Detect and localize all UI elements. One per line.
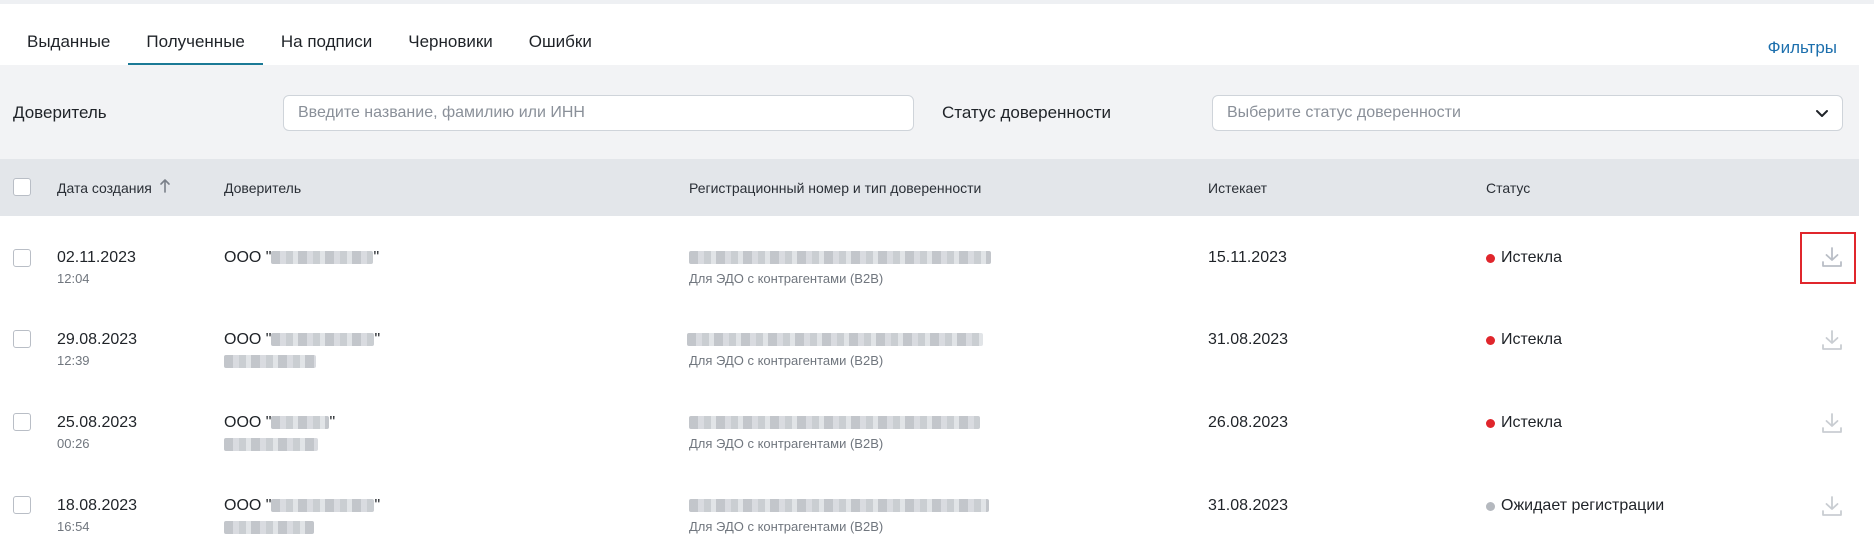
tab-received[interactable]: Полученные: [128, 22, 264, 66]
status-dot: [1486, 253, 1495, 263]
header-principal: Доверитель: [224, 180, 302, 196]
download-icon[interactable]: [1820, 245, 1844, 269]
header-expires: Истекает: [1208, 180, 1268, 196]
status-dot: [1486, 418, 1495, 428]
status-badge: Истекла: [1486, 331, 1562, 349]
top-divider: [0, 0, 1874, 4]
header-status: Статус: [1486, 180, 1531, 196]
table-row[interactable]: 29.08.2023 12:39 ООО " " Для ЭДО с контра…: [0, 299, 1859, 382]
principal-prefix: ООО ": [224, 331, 272, 348]
poa-type: Для ЭДО с контрагентами (B2B): [689, 271, 884, 286]
row-checkbox[interactable]: [13, 413, 31, 431]
created-time: 12:39: [57, 353, 90, 368]
chevron-down-icon: [1816, 110, 1828, 117]
created-time: 12:04: [57, 271, 90, 286]
status-select[interactable]: Выберите статус доверенности: [1212, 95, 1843, 131]
tab-errors[interactable]: Ошибки: [511, 22, 610, 65]
row-checkbox[interactable]: [13, 249, 31, 267]
redacted-text: [271, 251, 374, 265]
reg-number: [689, 249, 991, 267]
redacted-text: [687, 333, 983, 347]
principal-name: ООО " ": [224, 414, 335, 432]
reg-number: [687, 331, 983, 349]
download-icon[interactable]: [1820, 494, 1844, 518]
principal-filter-label: Доверитель: [13, 103, 107, 122]
tab-on-signature[interactable]: На подписи: [263, 22, 390, 65]
created-time: 00:26: [57, 436, 90, 451]
redacted-text: [689, 251, 991, 265]
principal-prefix: ООО ": [224, 249, 272, 266]
download-icon[interactable]: [1820, 411, 1844, 435]
redacted-text: [224, 438, 318, 452]
redacted-text: [271, 333, 375, 347]
status-text: Истекла: [1501, 414, 1562, 431]
status-dot: [1486, 335, 1495, 345]
principal-prefix: ООО ": [224, 497, 272, 514]
principal-name: ООО " ": [224, 497, 380, 515]
created-date: 18.08.2023: [57, 497, 138, 514]
table-row[interactable]: 02.11.2023 12:04 ООО " " Для ЭДО с контра…: [0, 216, 1859, 299]
download-icon[interactable]: [1820, 328, 1844, 352]
poa-type: Для ЭДО с контрагентами (B2B): [689, 353, 884, 368]
created-time: 16:54: [57, 519, 90, 534]
redacted-text: [224, 521, 314, 535]
principal-inn: [224, 519, 314, 535]
redacted-text: [271, 499, 375, 513]
created-date: 29.08.2023: [57, 331, 138, 348]
principal-suffix: ": [373, 249, 380, 266]
principal-inn: [224, 353, 316, 369]
table-row[interactable]: 18.08.2023 16:54 ООО " " Для ЭДО с контра…: [0, 465, 1859, 548]
status-filter-label: Статус доверенности: [942, 103, 1112, 122]
redacted-text: [689, 416, 980, 430]
expires-date: 31.08.2023: [1208, 331, 1289, 348]
status-text: Истекла: [1501, 249, 1562, 266]
header-reg-number: Регистрационный номер и тип доверенности: [689, 180, 982, 196]
principal-suffix: ": [374, 331, 381, 348]
expires-date: 26.08.2023: [1208, 414, 1289, 431]
table-header: Дата создания Доверитель Регистрационный…: [0, 159, 1859, 216]
row-checkbox[interactable]: [13, 496, 31, 514]
status-badge: Истекла: [1486, 249, 1562, 267]
row-checkbox[interactable]: [13, 330, 31, 348]
redacted-text: [224, 355, 316, 369]
created-date: 25.08.2023: [57, 414, 138, 431]
tabs-bar: Выданные Полученные На подписи Черновики…: [0, 22, 610, 66]
principal-name: ООО " ": [224, 331, 380, 349]
principal-search-input[interactable]: Введите название, фамилию или ИНН: [283, 95, 914, 131]
arrow-up-icon[interactable]: [158, 178, 172, 194]
reg-number: [689, 414, 980, 432]
filters-link[interactable]: Фильтры: [1768, 38, 1837, 58]
redacted-text: [689, 499, 989, 513]
tab-issued[interactable]: Выданные: [0, 22, 128, 65]
created-date: 02.11.2023: [57, 249, 136, 266]
status-select-placeholder: Выберите статус доверенности: [1227, 104, 1461, 121]
expires-date: 31.08.2023: [1208, 497, 1289, 514]
expires-date: 15.11.2023: [1208, 249, 1287, 266]
poa-type: Для ЭДО с контрагентами (B2B): [689, 436, 884, 451]
redacted-text: [271, 416, 330, 430]
status-badge: Истекла: [1486, 414, 1562, 432]
principal-suffix: ": [329, 414, 336, 431]
principal-prefix: ООО ": [224, 414, 272, 431]
tab-drafts[interactable]: Черновики: [390, 22, 511, 65]
status-text: Ожидает регистрации: [1501, 497, 1665, 514]
select-all-checkbox[interactable]: [13, 178, 31, 196]
table-row[interactable]: 25.08.2023 00:26 ООО " " Для ЭДО с контра…: [0, 382, 1859, 465]
status-text: Истекла: [1501, 331, 1562, 348]
filter-panel: Доверитель Введите название, фамилию или…: [0, 65, 1859, 159]
principal-suffix: ": [374, 497, 381, 514]
status-dot: [1486, 501, 1495, 511]
reg-number: [689, 497, 989, 515]
status-badge: Ожидает регистрации: [1486, 497, 1664, 515]
principal-name: ООО " ": [224, 249, 379, 267]
header-created[interactable]: Дата создания: [57, 180, 152, 196]
principal-inn: [224, 436, 318, 452]
poa-type: Для ЭДО с контрагентами (B2B): [689, 519, 884, 534]
